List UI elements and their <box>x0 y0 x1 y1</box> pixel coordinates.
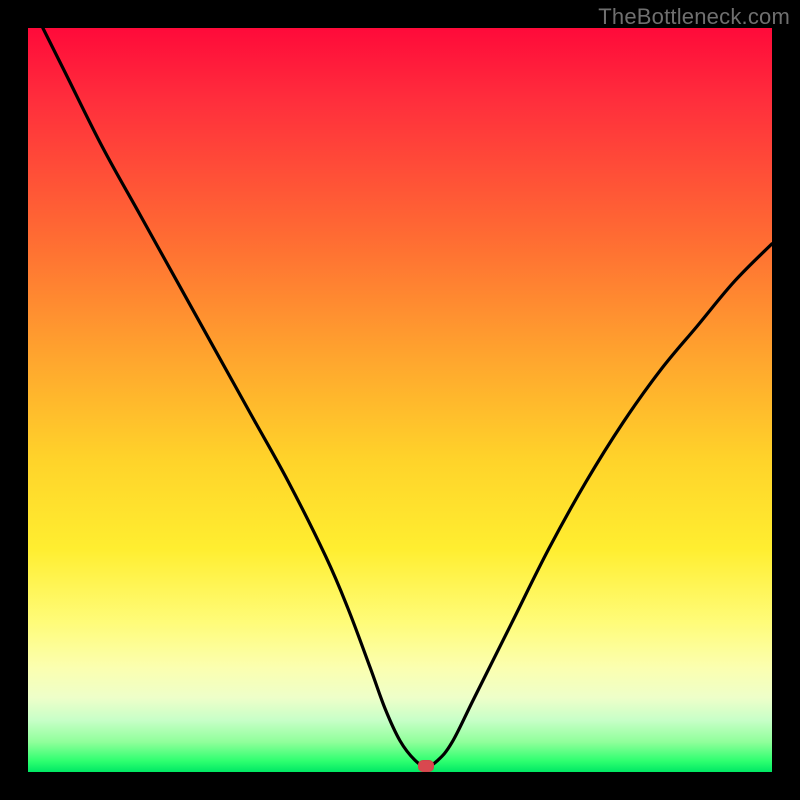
plot-area <box>28 28 772 772</box>
minimum-marker <box>418 760 434 772</box>
bottleneck-curve <box>28 28 772 772</box>
chart-frame: TheBottleneck.com <box>0 0 800 800</box>
watermark-text: TheBottleneck.com <box>598 4 790 30</box>
